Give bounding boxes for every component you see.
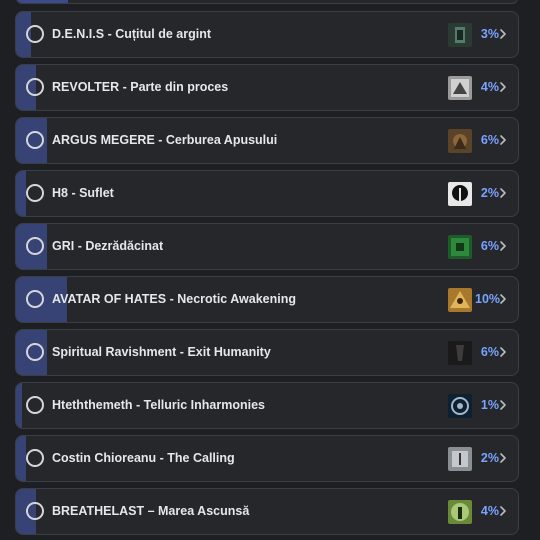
vote-percentage: 6% [480,133,499,147]
album-cover-icon [448,129,472,153]
radio-button[interactable] [26,449,44,467]
poll-option-label: GRI - Dezrădăcinat [52,239,164,253]
poll-option[interactable]: REVOLTER - Parte din proces 4% [15,64,519,111]
radio-button[interactable] [26,290,44,308]
chevron-right-icon[interactable] [498,293,508,305]
chevron-right-icon[interactable] [498,28,508,40]
vote-percentage: 4% [480,504,499,518]
poll-option[interactable]: H8 - Suflet 2% [15,170,519,217]
vote-share-bar [17,0,68,3]
poll-option[interactable]: Hteththemeth - Telluric Inharmonies 1% [15,382,519,429]
poll-option[interactable]: D.E.N.I.S - Cuțitul de argint 3% [15,11,519,58]
album-cover-icon [448,500,472,524]
poll-option[interactable]: Spiritual Ravishment - Exit Humanity 6% [15,329,519,376]
vote-percentage: 4% [480,80,499,94]
vote-percentage: 6% [480,345,499,359]
poll-option[interactable]: Costin Chioreanu - The Calling 2% [15,435,519,482]
radio-button[interactable] [26,78,44,96]
poll-option-label: ARGUS MEGERE - Cerburea Apusului [52,133,278,147]
album-cover-icon [448,394,472,418]
poll-option[interactable]: ARGUS MEGERE - Cerburea Apusului 6% [15,117,519,164]
radio-button[interactable] [26,343,44,361]
album-cover-icon [448,182,472,206]
chevron-right-icon[interactable] [498,187,508,199]
vote-percentage: 6% [480,239,499,253]
poll-option[interactable]: BREATHELAST – Marea Ascunsă 4% [15,488,519,535]
radio-button[interactable] [26,25,44,43]
poll-option-label: D.E.N.I.S - Cuțitul de argint [52,27,212,41]
chevron-right-icon[interactable] [498,134,508,146]
album-cover-icon [448,23,472,47]
poll-option-label: H8 - Suflet [52,186,114,200]
radio-button[interactable] [26,396,44,414]
radio-button[interactable] [26,502,44,520]
vote-percentage: 1% [480,398,499,412]
vote-percentage: 2% [480,186,499,200]
vote-share-bar [16,383,22,428]
album-cover-icon [448,288,472,312]
radio-button[interactable] [26,131,44,149]
radio-button[interactable] [26,184,44,202]
chevron-right-icon[interactable] [498,81,508,93]
vote-percentage: 2% [480,451,499,465]
poll-options-list: D.E.N.I.S - Cuțitul de argint 3% REVOLTE… [0,0,540,540]
poll-option[interactable]: AVATAR OF HATES - Necrotic Awakening 10% [15,276,519,323]
radio-button[interactable] [26,237,44,255]
vote-percentage: 10% [475,292,501,306]
album-cover-icon [448,76,472,100]
poll-option-label: Hteththemeth - Telluric Inharmonies [52,398,265,412]
chevron-right-icon[interactable] [498,505,508,517]
chevron-right-icon[interactable] [498,452,508,464]
album-cover-icon [448,447,472,471]
poll-option[interactable]: GRI - Dezrădăcinat 6% [15,223,519,270]
album-cover-icon [448,341,472,365]
vote-percentage: 3% [480,27,499,41]
poll-option-label: BREATHELAST – Marea Ascunsă [52,504,250,518]
chevron-right-icon[interactable] [498,240,508,252]
poll-option-label: Spiritual Ravishment - Exit Humanity [52,345,271,359]
vote-share-bar [16,436,26,481]
album-cover-icon [448,235,472,259]
chevron-right-icon[interactable] [498,399,508,411]
chevron-right-icon[interactable] [498,346,508,358]
poll-option-label: REVOLTER - Parte din proces [52,80,229,94]
vote-share-bar [16,171,26,216]
poll-option-partial[interactable] [16,0,518,4]
poll-option-label: AVATAR OF HATES - Necrotic Awakening [52,292,297,306]
poll-option-label: Costin Chioreanu - The Calling [52,451,235,465]
